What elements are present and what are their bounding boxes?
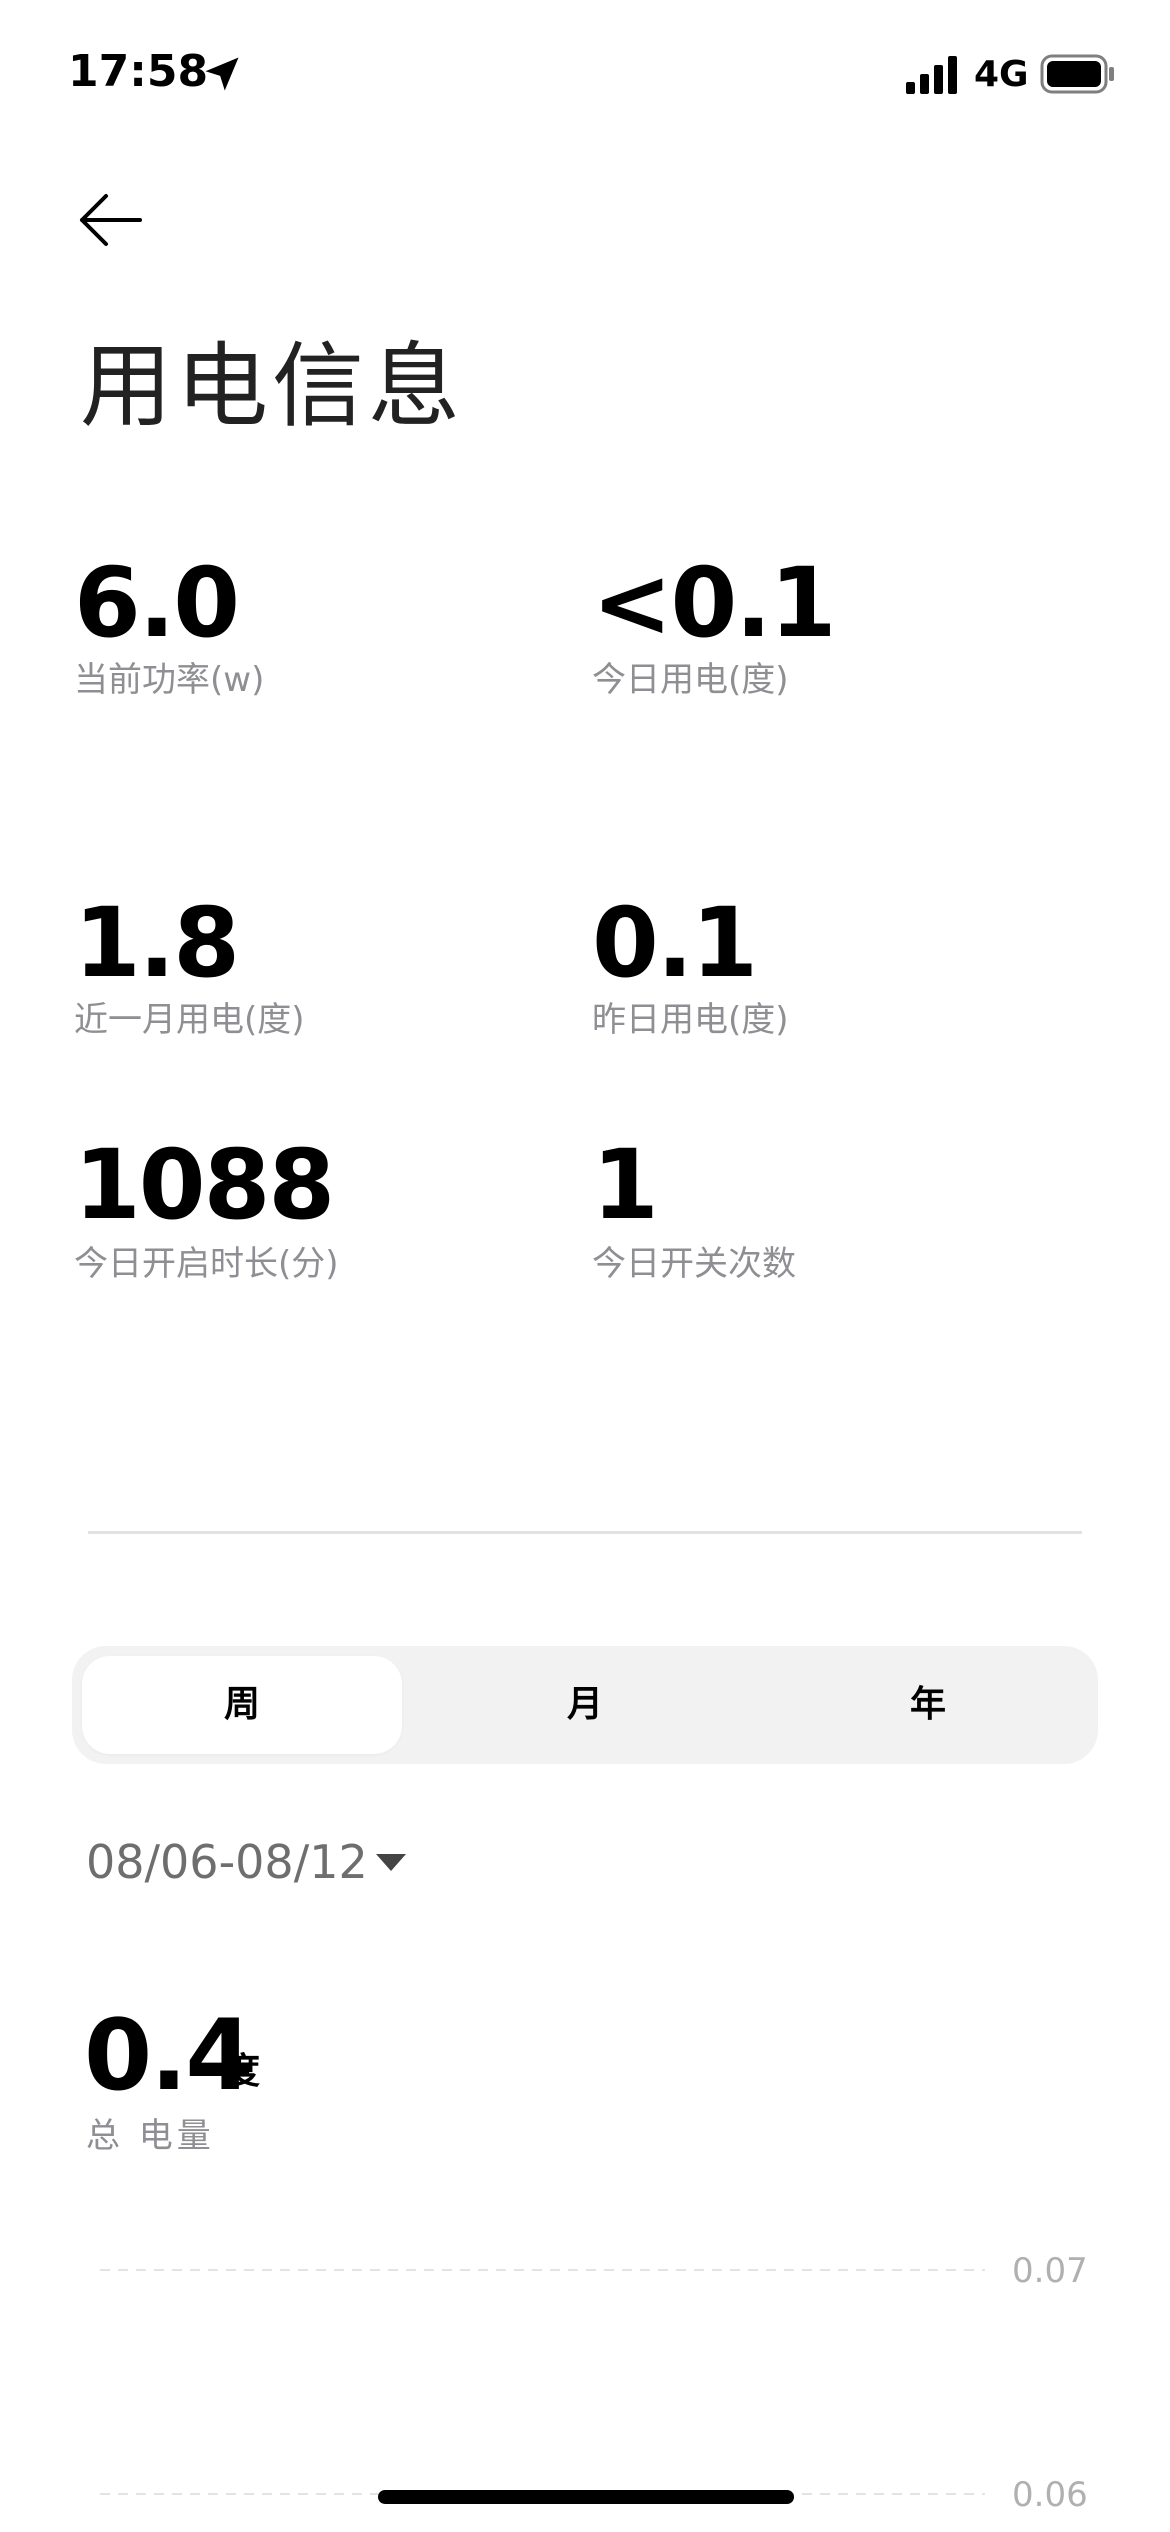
status-time: 17:58 [68,46,209,97]
y-tick-label: 0.07 [1012,2251,1088,2291]
y-tick-label: 0.06 [1012,2475,1088,2515]
date-range-selector[interactable]: 08/06-08/12 [86,1832,368,1892]
total-energy-unit: 度 [224,2051,261,2092]
switch-count-value: 1 [592,1129,659,1241]
section-divider [88,1531,1082,1534]
network-type-label: 4G [974,54,1029,95]
on-duration-value: 1088 [74,1129,335,1241]
tab-month[interactable]: 月 [425,1656,745,1754]
battery-icon [1040,54,1114,94]
month-usage-value: 1.8 [74,887,240,999]
today-usage-value: <0.1 [592,547,836,659]
today-usage-label: 今日用电(度) [592,660,789,700]
on-duration-label: 今日开启时长(分) [74,1244,339,1284]
energy-chart: 0.07 0.06 [100,2251,1088,2515]
home-indicator [378,2490,794,2504]
cellular-signal-icon [906,56,957,94]
month-usage-label: 近一月用电(度) [74,1000,305,1040]
tab-year[interactable]: 年 [768,1656,1088,1754]
page-title: 用电信息 [80,333,465,440]
current-power-value: 6.0 [74,547,240,659]
arrow-left-icon[interactable] [76,192,144,248]
tab-week[interactable]: 周 [82,1656,402,1754]
switch-count-label: 今日开关次数 [592,1244,796,1284]
period-segmented-control: 周 月 年 [72,1646,1098,1764]
caret-down-icon[interactable] [374,1850,408,1874]
yesterday-usage-label: 昨日用电(度) [592,1000,789,1040]
yesterday-usage-value: 0.1 [592,887,758,999]
location-arrow-icon [205,57,239,91]
current-power-label: 当前功率(w) [74,660,265,700]
total-energy-label: 总 电量 [86,2116,215,2156]
